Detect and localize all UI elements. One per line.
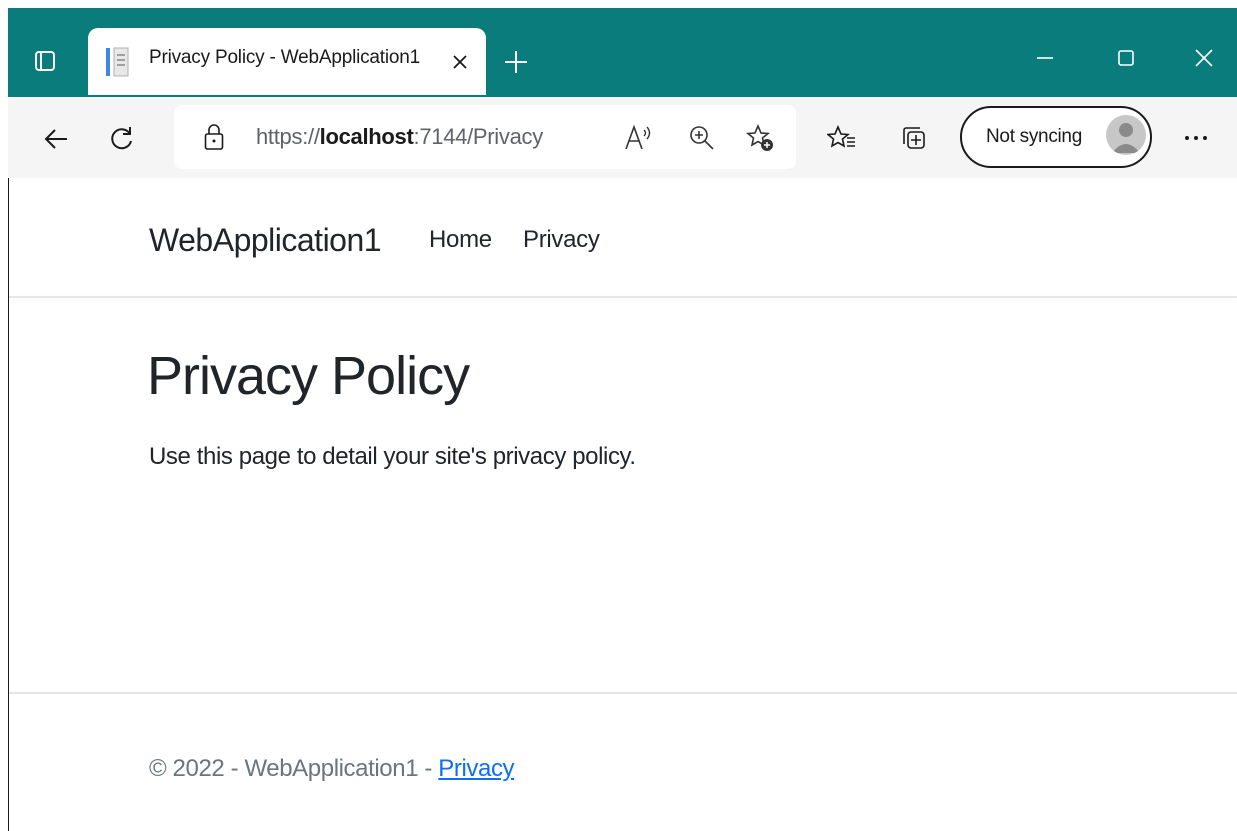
minimize-button[interactable]	[1023, 38, 1067, 78]
footer-divider	[9, 692, 1237, 694]
window-border	[8, 178, 9, 831]
page-description: Use this page to detail your site's priv…	[149, 443, 636, 470]
collections-icon	[903, 127, 925, 149]
tab-title: Privacy Policy - WebApplication1	[149, 47, 420, 68]
page-title: Privacy Policy	[147, 346, 470, 406]
footer-copyright: © 2022 - WebApplication1 -	[149, 755, 439, 782]
window-close-button[interactable]	[1182, 38, 1226, 78]
new-tab-button[interactable]	[499, 45, 533, 79]
settings-more-button[interactable]	[1176, 120, 1216, 156]
more-horizontal-icon	[1185, 136, 1207, 140]
tab-actions-button[interactable]	[25, 41, 65, 81]
refresh-icon	[111, 127, 132, 150]
navbar-divider	[9, 296, 1237, 298]
zoom-in-icon	[690, 126, 714, 150]
maximize-icon	[1118, 50, 1134, 66]
favorites-icon	[827, 124, 855, 148]
tab-close-button[interactable]	[446, 48, 474, 76]
minimize-icon	[1037, 57, 1053, 59]
tab-actions-icon	[35, 51, 55, 71]
address-url[interactable]: https://localhost:7144/Privacy	[256, 124, 543, 150]
plus-icon	[505, 51, 527, 73]
back-button[interactable]	[38, 121, 74, 157]
lock-icon[interactable]	[204, 123, 224, 151]
url-scheme: https://	[256, 124, 320, 149]
url-path: :7144/Privacy	[413, 124, 544, 149]
page-favicon-icon	[106, 47, 129, 77]
add-favorite-button[interactable]	[744, 122, 776, 154]
nav-link-privacy[interactable]: Privacy	[523, 226, 600, 254]
profile-status-label: Not syncing	[986, 126, 1082, 147]
footer: © 2022 - WebApplication1 - Privacy	[149, 755, 515, 783]
avatar	[1106, 115, 1146, 155]
url-host: localhost	[319, 124, 414, 149]
close-icon	[1195, 49, 1213, 67]
read-aloud-button[interactable]	[622, 122, 654, 154]
read-aloud-icon	[625, 124, 651, 150]
nav-link-home[interactable]: Home	[429, 226, 492, 254]
arrow-left-icon	[44, 129, 67, 149]
favorites-button[interactable]	[826, 122, 858, 154]
zoom-button[interactable]	[686, 122, 718, 154]
footer-privacy-link[interactable]: Privacy	[438, 755, 514, 782]
refresh-button[interactable]	[104, 121, 140, 157]
star-add-icon	[745, 123, 773, 151]
user-icon	[1112, 123, 1140, 153]
maximize-button[interactable]	[1104, 38, 1148, 78]
site-brand-link[interactable]: WebApplication1	[149, 222, 382, 259]
collections-button[interactable]	[898, 122, 930, 154]
close-icon	[453, 55, 467, 69]
